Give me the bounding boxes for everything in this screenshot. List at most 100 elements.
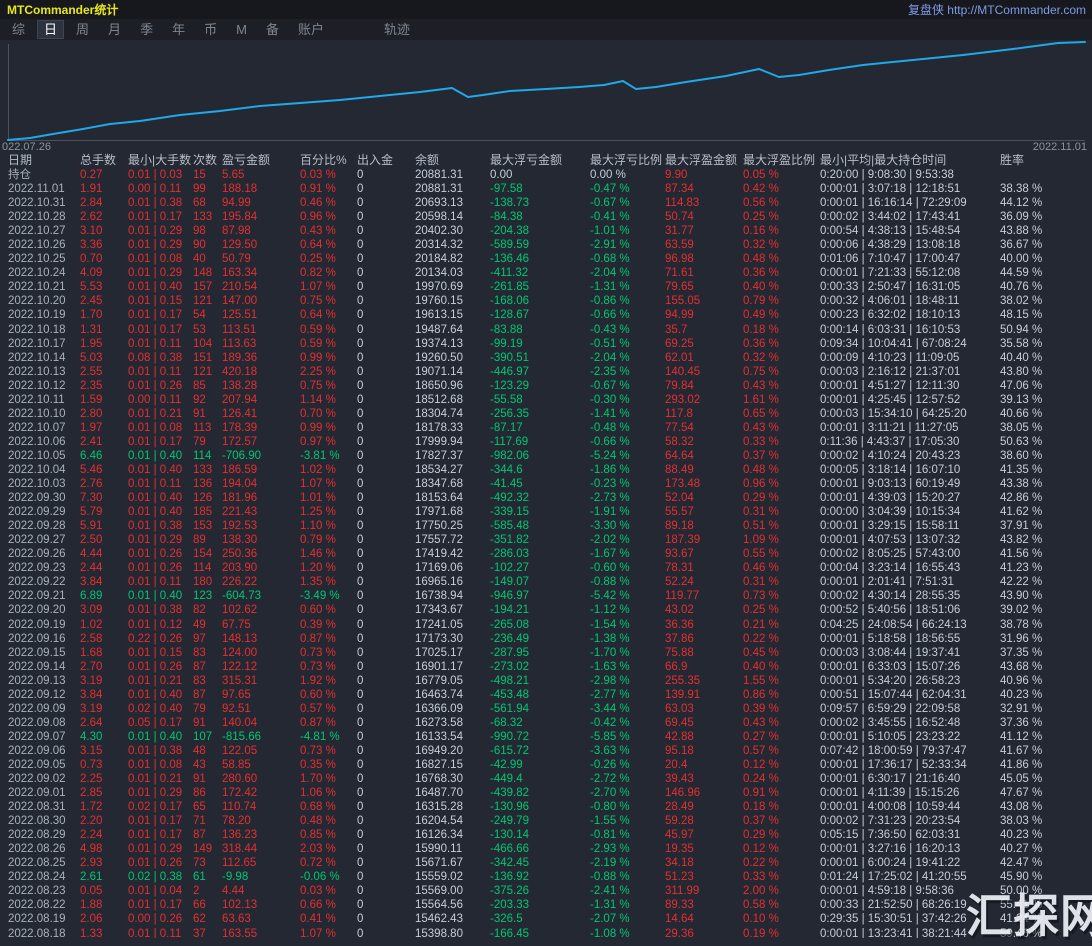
table-row[interactable]: 2022.10.18 1.31 0.01 | 0.17 53 113.51 0.59 % 0… [0,323,1092,337]
table-row[interactable]: 2022.09.13 3.19 0.01 | 0.21 83 315.31 1.92 % 0… [0,674,1092,688]
table-row[interactable]: 2022.09.21 6.89 0.01 | 0.40 123 -604.73 -3.49… [0,589,1092,603]
table-row[interactable]: 2022.10.03 2.76 0.01 | 0.11 136 194.04 1.07 %… [0,477,1092,491]
table-row[interactable]: 2022.10.05 6.46 0.01 | 0.40 114 -706.90 -3.81… [0,449,1092,463]
table-row[interactable]: 持仓 0.27 0.01 | 0.03 15 5.65 0.03 % 0 20881.31 0.… [0,168,1092,182]
table-row[interactable]: 2022.09.15 1.68 0.01 | 0.15 83 124.00 0.73 % 0… [0,646,1092,660]
table-row[interactable]: 2022.10.06 2.41 0.01 | 0.17 79 172.57 0.97 % 0… [0,435,1092,449]
cell: 0.01 | 0.08 [128,421,183,434]
table-row[interactable]: 2022.09.06 3.15 0.01 | 0.38 48 122.05 0.73 % 0… [0,744,1092,758]
column-header-3[interactable]: 次数 [193,153,222,168]
table-row[interactable]: 2022.08.22 1.88 0.01 | 0.17 66 102.13 0.66 % 0… [0,898,1092,912]
table-row[interactable]: 2022.10.04 5.46 0.01 | 0.40 133 186.59 1.02 %… [0,463,1092,477]
menu-item-综[interactable]: 综 [5,20,32,39]
table-row[interactable]: 2022.09.22 3.84 0.01 | 0.11 180 226.22 1.35 %… [0,575,1092,589]
cell: 0:00:01 | 4:51:27 | 12:11:30 [820,379,960,392]
table-row[interactable]: 2022.09.01 2.85 0.01 | 0.29 86 172.42 1.06 % 0… [0,786,1092,800]
menu-item-年[interactable]: 年 [165,20,192,39]
table-row[interactable]: 2022.09.20 3.09 0.01 | 0.38 82 102.62 0.60 % 0… [0,603,1092,617]
column-header-0[interactable]: 日期 [8,153,80,168]
table-row[interactable]: 2022.10.11 1.59 0.00 | 0.11 92 207.94 1.14 % 0… [0,393,1092,407]
table-row[interactable]: 2022.10.07 1.97 0.01 | 0.08 113 178.39 0.99 %… [0,421,1092,435]
table-row[interactable]: 2022.10.20 2.45 0.01 | 0.15 121 147.00 0.75 %… [0,294,1092,308]
table-row[interactable]: 2022.10.17 1.95 0.01 | 0.11 104 113.63 0.59 %… [0,337,1092,351]
column-header-7[interactable]: 余额 [415,153,490,168]
menu-item-币[interactable]: 币 [197,20,224,39]
table-row[interactable]: 2022.08.31 1.72 0.02 | 0.17 65 110.74 0.68 % 0… [0,800,1092,814]
table-row[interactable]: 2022.10.10 2.80 0.01 | 0.21 91 126.41 0.70 % 0… [0,407,1092,421]
table-row[interactable]: 2022.09.08 2.64 0.05 | 0.17 91 140.04 0.87 % 0… [0,716,1092,730]
menu-item-日[interactable]: 日 [37,20,65,39]
table-row[interactable]: 2022.10.27 3.10 0.01 | 0.29 98 87.98 0.43 % 0 2… [0,224,1092,238]
table-row[interactable]: 2022.08.26 4.98 0.01 | 0.29 149 318.44 2.03 %… [0,842,1092,856]
cell: -5.42 % [590,590,630,603]
column-header-9[interactable]: 最大浮亏比例 [590,153,665,168]
menu-item-季[interactable]: 季 [133,20,160,39]
table-row[interactable]: 2022.10.19 1.70 0.01 | 0.17 54 125.51 0.64 % 0… [0,308,1092,322]
table-row[interactable]: 2022.10.25 0.70 0.01 | 0.08 40 50.79 0.25 % 0 2… [0,252,1092,266]
table-row[interactable]: 2022.08.25 2.93 0.01 | 0.26 73 112.65 0.72 % 0… [0,856,1092,870]
cell: 2022.09.19 [8,618,66,631]
table-row[interactable]: 2022.09.12 3.84 0.01 | 0.40 87 97.65 0.60 % 0 1… [0,688,1092,702]
cell: 32.91 % [1000,702,1043,715]
column-header-13[interactable]: 胜率 [1000,153,1092,168]
table-row[interactable]: 2022.08.19 2.06 0.00 | 0.26 62 63.63 0.41 % 0 1… [0,912,1092,926]
column-header-1[interactable]: 总手数 [80,153,128,168]
table-row[interactable]: 2022.10.13 2.55 0.01 | 0.11 121 420.18 2.25 %… [0,365,1092,379]
table-row[interactable]: 2022.10.28 2.62 0.01 | 0.17 133 195.84 0.96 %… [0,210,1092,224]
cell: 0.01 | 0.26 [128,562,183,575]
table-row[interactable]: 2022.08.23 0.05 0.01 | 0.04 2 4.44 0.03 % 0 155… [0,884,1092,898]
table-row[interactable]: 2022.09.16 2.58 0.22 | 0.26 97 148.13 0.87 % 0… [0,632,1092,646]
table-row[interactable]: 2022.08.24 2.61 0.02 | 0.38 61 -9.98 -0.06 % 0… [0,870,1092,884]
cell: 86 [193,787,206,800]
column-header-8[interactable]: 最大浮亏金额 [490,153,590,168]
menu-item-周[interactable]: 周 [69,20,96,39]
cell: 0.73 % [743,590,779,603]
table-row[interactable]: 2022.09.23 2.44 0.01 | 0.26 114 203.90 1.20 %… [0,561,1092,575]
column-header-10[interactable]: 最大浮盈金额 [665,153,743,168]
column-header-5[interactable]: 百分比% [300,153,357,168]
table-row[interactable]: 2022.08.30 2.20 0.01 | 0.17 71 78.20 0.48 % 0 1… [0,814,1092,828]
table-row[interactable]: 2022.10.24 4.09 0.01 | 0.29 148 163.34 0.82 %… [0,266,1092,280]
brand-link[interactable]: 复盘侠 http://MTCommander.com [908,1,1092,18]
table-row[interactable]: 2022.08.18 1.33 0.01 | 0.11 37 163.55 1.07 % 0… [0,927,1092,938]
cell: 92 [193,393,206,406]
table-row[interactable]: 2022.09.30 7.30 0.01 | 0.40 126 181.96 1.01 %… [0,491,1092,505]
cell: -375.26 [490,885,530,898]
cell: 0.39 % [300,618,336,631]
table-row[interactable]: 2022.09.27 2.50 0.01 | 0.29 89 138.30 0.79 % 0… [0,533,1092,547]
table-row[interactable]: 2022.09.05 0.73 0.01 | 0.08 43 58.85 0.35 % 0 1… [0,758,1092,772]
cell: 17971.68 [415,506,463,519]
table-row[interactable]: 2022.10.31 2.84 0.01 | 0.38 68 94.99 0.46 % 0 2… [0,196,1092,210]
menu-item-账户[interactable]: 账户 [291,20,331,39]
table-row[interactable]: 2022.08.29 2.24 0.01 | 0.17 87 136.23 0.85 % 0… [0,828,1092,842]
table-row[interactable]: 2022.09.09 3.19 0.02 | 0.40 79 92.51 0.57 % 0 1… [0,702,1092,716]
table-row[interactable]: 2022.09.19 1.02 0.01 | 0.12 49 67.75 0.39 % 0 1… [0,618,1092,632]
cell: 0.65 % [743,407,779,420]
cell: -1.63 % [590,660,630,673]
table-row[interactable]: 2022.10.21 5.53 0.01 | 0.40 157 210.54 1.07 %… [0,280,1092,294]
menu-item-备[interactable]: 备 [259,20,286,39]
menu-item-M[interactable]: M [229,20,254,39]
table-row[interactable]: 2022.10.12 2.35 0.01 | 0.26 85 138.28 0.75 % 0… [0,379,1092,393]
table-row[interactable]: 2022.09.02 2.25 0.01 | 0.21 91 280.60 1.70 % 0… [0,772,1092,786]
table-row[interactable]: 2022.09.28 5.91 0.01 | 0.38 153 192.53 1.10 %… [0,519,1092,533]
cell: 138.28 [222,379,258,392]
column-header-11[interactable]: 最大浮盈比例 [743,153,820,168]
menu-item-月[interactable]: 月 [101,20,128,39]
table-row[interactable]: 2022.10.26 3.36 0.01 | 0.29 90 129.50 0.64 % 0… [0,238,1092,252]
table-row[interactable]: 2022.09.14 2.70 0.01 | 0.26 87 122.12 0.73 % 0… [0,660,1092,674]
cell: 192.53 [222,520,258,533]
menu-item-轨迹[interactable]: 轨迹 [377,20,417,39]
table-row[interactable]: 2022.11.01 1.91 0.00 | 0.11 99 188.18 0.91 % 0… [0,182,1092,196]
cell: 0.35 % [300,758,336,771]
table-row[interactable]: 2022.09.07 4.30 0.01 | 0.40 107 -815.66 -4.81… [0,730,1092,744]
column-header-6[interactable]: 出入金 [357,153,415,168]
cell: 0.01 | 0.11 [128,576,182,589]
column-header-12[interactable]: 最小|平均|最大持仓时间 [820,153,1000,168]
column-header-4[interactable]: 盈亏金额 [222,153,300,168]
table-row[interactable]: 2022.09.29 5.79 0.01 | 0.40 185 221.43 1.25 %… [0,505,1092,519]
cell: 0.01 | 0.40 [128,688,183,701]
column-header-2[interactable]: 最小|大手数 [128,153,193,168]
table-row[interactable]: 2022.10.14 5.03 0.08 | 0.38 151 189.36 0.99 %… [0,351,1092,365]
table-row[interactable]: 2022.09.26 4.44 0.01 | 0.26 154 250.36 1.46 %… [0,547,1092,561]
